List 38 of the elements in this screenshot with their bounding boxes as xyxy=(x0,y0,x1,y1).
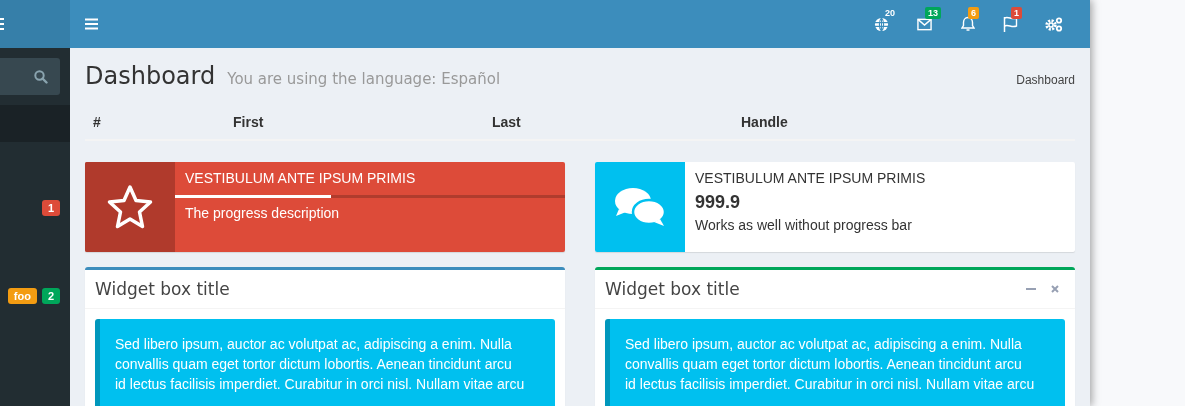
info-box-description: Works as well without progress bar xyxy=(694,216,913,235)
page-subtitle: You are using the language: Español xyxy=(227,70,502,88)
count-label: 20 xyxy=(884,7,896,19)
progress-description: The progress description xyxy=(184,204,341,223)
count-badge: 1 xyxy=(1011,7,1022,19)
breadcrumb-item: Dashboard xyxy=(1016,73,1075,87)
widget-title: Widget box title xyxy=(95,279,231,299)
search-icon[interactable] xyxy=(34,69,48,84)
notification-button[interactable]: 6 xyxy=(946,0,989,48)
callout-text: Sed libero ipsum, auctor ac volutpat ac, adipiscing a enim. Nulla convallis quam eget tortor dictum lobortis. Aenean tincidunt arcu id lectus facilisis imperdiet. Curabitur in orci nisl. Nullam vitae arcu xyxy=(625,335,1035,394)
close-icon[interactable] xyxy=(1051,285,1059,293)
info-box-number: 999.9 xyxy=(694,191,742,213)
menu-icon[interactable] xyxy=(85,18,98,30)
callout-text: Sed libero ipsum, auctor ac volutpat ac, adipiscing a enim. Nulla convallis quam eget tortor dictum lobortis. Aenean tincidunt arcu id lectus facilisis imperdiet. Curabitur in orci nisl. Nullam vitae arcu xyxy=(115,335,525,394)
count-badge: 6 xyxy=(968,7,979,19)
column-header: Handle xyxy=(740,113,789,130)
notification-button[interactable]: 13 xyxy=(903,0,946,48)
page-title: Dashboard xyxy=(85,62,216,90)
notification-button[interactable]: 20 xyxy=(860,0,903,48)
chat-icon xyxy=(614,186,666,228)
count-badge: foo xyxy=(7,288,37,304)
info-box-title: VESTIBULUM ANTE IPSUM PRIMIS xyxy=(694,169,927,188)
count-badge: 13 xyxy=(925,7,941,19)
search-field[interactable] xyxy=(0,58,60,95)
count-badge: 1 xyxy=(41,200,60,216)
gears-icon[interactable] xyxy=(1044,16,1063,32)
envelope-icon xyxy=(917,17,932,31)
column-header: First xyxy=(232,113,265,130)
menu-icon[interactable] xyxy=(0,18,4,30)
notification-button[interactable]: 1 xyxy=(989,0,1032,48)
info-box-title: VESTIBULUM ANTE IPSUM PRIMIS xyxy=(184,169,417,188)
widget-title: Widget box title xyxy=(605,279,741,299)
column-header: # xyxy=(92,113,102,130)
star-icon xyxy=(106,184,154,230)
bell-icon xyxy=(960,16,975,32)
globe-icon xyxy=(874,16,889,32)
count-badge: 2 xyxy=(41,288,60,304)
column-header: Last xyxy=(491,113,522,130)
